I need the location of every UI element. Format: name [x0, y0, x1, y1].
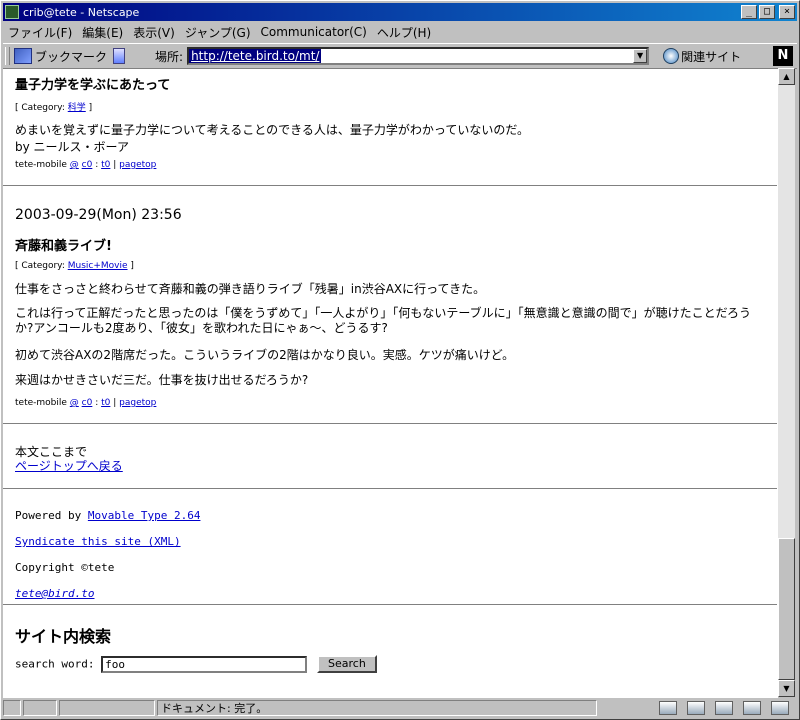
search-form: search word: foo Search	[15, 655, 377, 673]
post1-pagetop-link[interactable]: pagetop	[119, 160, 156, 170]
maximize-button[interactable]: □	[759, 5, 775, 19]
scroll-up-button[interactable]: ▲	[778, 68, 795, 85]
back-to-top-link[interactable]: ページトップへ戻る	[15, 457, 123, 474]
post2-date: 2003-09-29(Mon) 23:56	[15, 207, 182, 223]
url-text: http://tete.bird.to/mt/	[189, 49, 322, 63]
divider	[3, 604, 777, 606]
post2-para1: 仕事をさっさと終わらせて斉藤和義の弾き語りライブ「残暑」in渋谷AXに行ってきた…	[15, 282, 486, 296]
post2-para3: 初めて渋谷AXの2階席だった。こういうライブの2階はかなり良い。実感。ケツが痛い…	[15, 348, 515, 362]
bookmarks-icon[interactable]	[14, 48, 32, 64]
post1-trackback-link[interactable]: t0	[101, 160, 110, 170]
post1-quote: めまいを覚えずに量子力学について考えることのできる人は、量子力学がわかっていない…	[15, 123, 529, 137]
search-label: search word:	[15, 657, 102, 671]
divider	[3, 488, 777, 490]
toolbar-grip[interactable]	[5, 47, 10, 65]
composer-icon[interactable]	[715, 701, 733, 715]
post1-body: めまいを覚えずに量子力学について考えることのできる人は、量子力学がわかっていない…	[15, 121, 775, 155]
post2-footer: tete-mobile @ c0 : t0 | pagetop	[15, 398, 157, 408]
search-heading: サイト内検索	[15, 627, 112, 646]
post2-category: [ Category: Music+Movie ]	[15, 261, 134, 271]
vertical-scrollbar[interactable]: ▲ ▼	[778, 68, 795, 697]
close-button[interactable]: ×	[779, 5, 795, 19]
edit-icon[interactable]	[771, 701, 789, 715]
menu-edit[interactable]: 編集(E)	[77, 24, 128, 41]
post1-footer: tete-mobile @ c0 : t0 | pagetop	[15, 160, 157, 170]
post1-category-link[interactable]: 科学	[68, 103, 86, 113]
navigator-icon[interactable]	[659, 701, 677, 715]
post2-para4: 来週はかせきさいだ三だ。仕事を抜け出せるだろうか?	[15, 373, 309, 387]
post2-para2: これは行って正解だったと思ったのは「僕をうずめて」「一人よがり」「何もないテーブ…	[15, 306, 751, 335]
search-input[interactable]: foo	[101, 655, 308, 673]
bookmarks-button[interactable]: ブックマーク	[35, 48, 107, 65]
status-bar: ドキュメント: 完了。	[3, 698, 797, 718]
status-text: ドキュメント: 完了。	[157, 700, 597, 716]
title-bar: crib@tete - Netscape _ □ ×	[3, 3, 797, 21]
search-button[interactable]: Search	[316, 655, 377, 673]
post1-title: 量子力学を学ぶにあたって	[15, 78, 171, 93]
post2-at-link[interactable]: @	[70, 398, 79, 408]
mail-icon[interactable]	[687, 701, 705, 715]
progress-bar	[59, 700, 155, 716]
menu-bar: ファイル(F) 編集(E) 表示(V) ジャンプ(G) Communicator…	[3, 22, 797, 42]
connection-icon	[23, 700, 57, 716]
post1-category: [ Category: 科学 ]	[15, 103, 93, 113]
copyright-text: Copyright ©tete	[15, 561, 115, 574]
minimize-button[interactable]: _	[741, 5, 757, 19]
post2-category-link[interactable]: Music+Movie	[68, 261, 128, 271]
related-sites-button[interactable]: 関連サイト	[681, 48, 741, 65]
menu-go[interactable]: ジャンプ(G)	[180, 24, 256, 41]
menu-file[interactable]: ファイル(F)	[3, 24, 77, 41]
security-lock-icon[interactable]	[3, 700, 21, 716]
netscape-logo[interactable]: N	[773, 46, 793, 66]
location-label: 場所:	[155, 49, 184, 64]
url-input[interactable]: http://tete.bird.to/mt/ ▼	[187, 47, 650, 65]
scroll-thumb[interactable]	[778, 538, 795, 680]
scroll-down-button[interactable]: ▼	[778, 680, 795, 697]
menu-view[interactable]: 表示(V)	[128, 24, 180, 41]
url-dropdown-button[interactable]: ▼	[633, 49, 648, 63]
post2-pagetop-link[interactable]: pagetop	[119, 398, 156, 408]
netscape-app-icon	[5, 5, 19, 19]
movable-type-link[interactable]: Movable Type 2.64	[88, 509, 201, 522]
syndicate-link[interactable]: Syndicate this site (XML)	[15, 535, 181, 548]
post2-comments-link[interactable]: c0	[82, 398, 93, 408]
related-sites-icon[interactable]	[663, 48, 680, 64]
browser-window: crib@tete - Netscape _ □ × ファイル(F) 編集(E)…	[0, 0, 800, 720]
menu-communicator[interactable]: Communicator(C)	[256, 25, 372, 39]
page-content: 量子力学を学ぶにあたって [ Category: 科学 ] めまいを覚えずに量子…	[3, 68, 778, 698]
post2-title: 斉藤和義ライブ!	[15, 239, 112, 254]
menu-help[interactable]: ヘルプ(H)	[372, 24, 436, 41]
window-title: crib@tete - Netscape	[23, 5, 140, 19]
divider	[3, 185, 777, 187]
post1-quote-author: by ニールス・ボーア	[15, 140, 130, 154]
post1-at-link[interactable]: @	[70, 160, 79, 170]
post1-comments-link[interactable]: c0	[82, 160, 93, 170]
post2-trackback-link[interactable]: t0	[101, 398, 110, 408]
address-book-icon[interactable]	[743, 701, 761, 715]
page-proxy-icon[interactable]	[113, 48, 126, 64]
location-toolbar: ブックマーク 場所: http://tete.bird.to/mt/ ▼ 関連サ…	[3, 43, 797, 69]
powered-by: Powered by Movable Type 2.64	[15, 509, 201, 522]
email-link[interactable]: tete@bird.to	[15, 587, 94, 600]
divider	[3, 423, 777, 425]
